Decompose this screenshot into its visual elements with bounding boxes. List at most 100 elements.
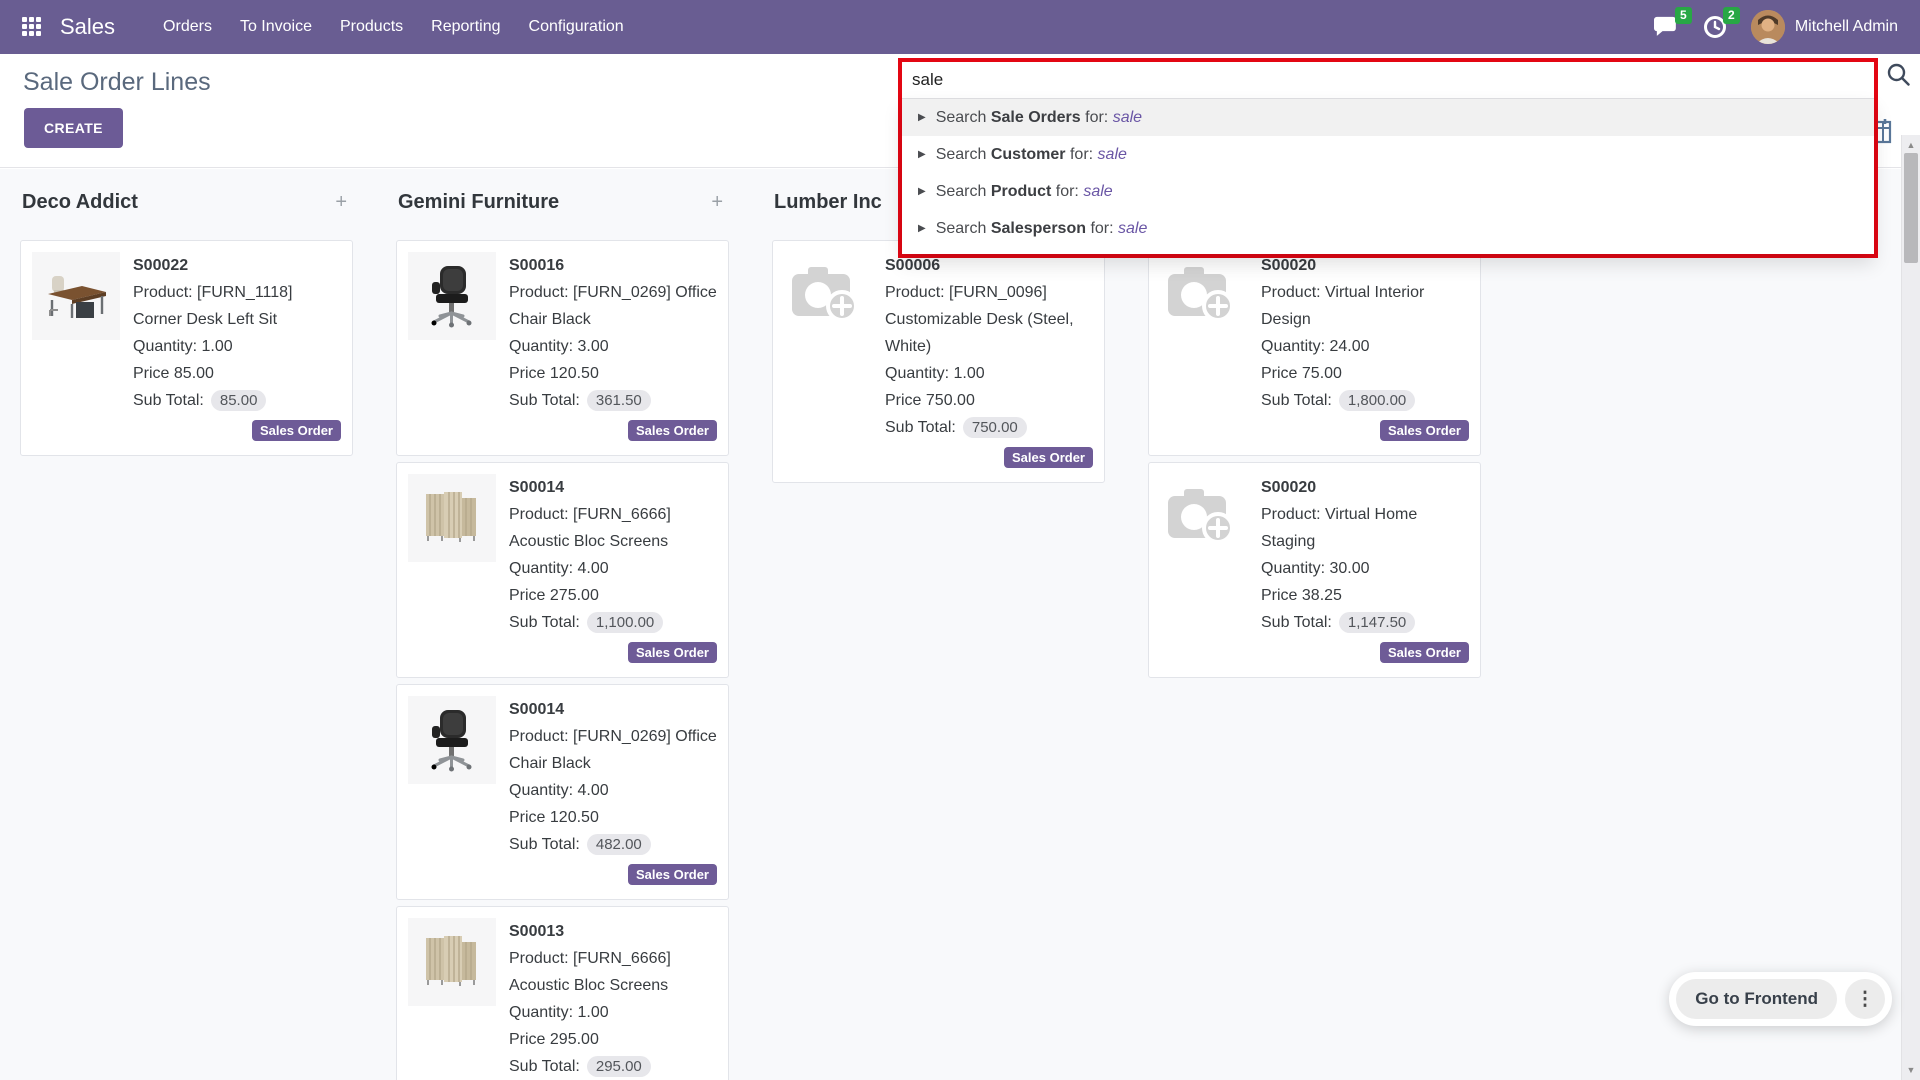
- column-cards: S00020 Product: Virtual Interior Design …: [1148, 240, 1481, 678]
- quantity-line: Quantity: 1.00: [509, 999, 717, 1026]
- search-icon[interactable]: [1886, 62, 1911, 87]
- quantity-line: Quantity: 1.00: [133, 333, 341, 360]
- order-reference: S00020: [1261, 474, 1469, 501]
- kanban-column: Deco Addict +: [20, 169, 353, 1080]
- product-line: Product: Virtual Interior Design: [1261, 279, 1469, 333]
- product-line: Product: Virtual Home Staging: [1261, 501, 1469, 555]
- apps-menu-icon[interactable]: [22, 17, 42, 37]
- subtotal-label: Sub Total:: [885, 414, 956, 441]
- create-button[interactable]: CREATE: [24, 108, 123, 148]
- order-reference: S00013: [509, 918, 717, 945]
- price-line: Price 85.00: [133, 360, 341, 387]
- column-cards: S00016 Product: [FURN_0269] Office Chair…: [396, 240, 729, 1080]
- messages-count-badge: 5: [1675, 7, 1692, 24]
- scroll-down-arrow-icon[interactable]: ▼: [1902, 1065, 1920, 1075]
- order-reference: S00016: [509, 252, 717, 279]
- scrollbar-thumb[interactable]: [1904, 153, 1918, 263]
- sales-order-badge: Sales Order: [1004, 447, 1093, 468]
- column-title: Gemini Furniture: [398, 191, 559, 214]
- app-brand[interactable]: Sales: [60, 14, 115, 40]
- order-reference: S00014: [509, 696, 717, 723]
- subtotal-pill: 361.50: [587, 390, 651, 411]
- column-title: Deco Addict: [22, 191, 138, 214]
- sales-order-badge: Sales Order: [252, 420, 341, 441]
- product-image: [408, 696, 496, 784]
- price-line: Price 120.50: [509, 804, 717, 831]
- quantity-line: Quantity: 24.00: [1261, 333, 1469, 360]
- price-line: Price 75.00: [1261, 360, 1469, 387]
- column-quick-create-icon[interactable]: +: [711, 192, 723, 212]
- product-image: [784, 252, 872, 340]
- subtotal-line: Sub Total: 361.50: [509, 387, 717, 414]
- subtotal-pill: 482.00: [587, 834, 651, 855]
- subtotal-label: Sub Total:: [133, 387, 204, 414]
- product-image: [408, 918, 496, 1006]
- product-line: Product: [FURN_0269] Office Chair Black: [509, 279, 717, 333]
- user-name: Mitchell Admin: [1795, 18, 1898, 36]
- order-line-card[interactable]: S00014 Product: [FURN_6666] Acoustic Blo…: [396, 462, 729, 678]
- subtotal-pill: 750.00: [963, 417, 1027, 438]
- search-input[interactable]: [912, 70, 1864, 90]
- column-quick-create-icon[interactable]: +: [335, 192, 347, 212]
- order-line-card[interactable]: S00016 Product: [FURN_0269] Office Chair…: [396, 240, 729, 456]
- nav-item-to-invoice[interactable]: To Invoice: [226, 0, 326, 54]
- scroll-up-arrow-icon[interactable]: ▲: [1902, 140, 1920, 150]
- nav-item-orders[interactable]: Orders: [149, 0, 226, 54]
- product-line: Product: [FURN_6666] Acoustic Bloc Scree…: [509, 945, 717, 999]
- user-menu[interactable]: Mitchell Admin: [1751, 10, 1898, 44]
- subtotal-line: Sub Total: 85.00: [133, 387, 341, 414]
- order-line-card[interactable]: S00006 Product: [FURN_0096] Customizable…: [772, 240, 1105, 483]
- quantity-line: Quantity: 4.00: [509, 555, 717, 582]
- search-suggestion[interactable]: ▶ Search Sale Orders for: sale: [902, 99, 1874, 136]
- product-image: [1160, 252, 1248, 340]
- search-suggestion[interactable]: ▶ Search Salesperson for: sale: [902, 210, 1874, 247]
- quantity-line: Quantity: 30.00: [1261, 555, 1469, 582]
- price-line: Price 750.00: [885, 387, 1093, 414]
- kanban-column: Lumber Inc +: [772, 169, 1105, 1080]
- product-image: [408, 252, 496, 340]
- nav-menu: OrdersTo InvoiceProductsReportingConfigu…: [149, 0, 638, 54]
- page-title: Sale Order Lines: [23, 68, 211, 97]
- caret-right-icon: ▶: [918, 186, 926, 197]
- column-cards: S00022 Product: [FURN_1118] Corner Desk …: [20, 240, 353, 456]
- column-header: Gemini Furniture +: [396, 169, 729, 213]
- order-line-card[interactable]: S00020 Product: Virtual Home Staging Qua…: [1148, 462, 1481, 678]
- go-to-frontend-button[interactable]: Go to Frontend: [1676, 979, 1837, 1019]
- subtotal-line: Sub Total: 1,100.00: [509, 609, 717, 636]
- subtotal-pill: 1,147.50: [1339, 612, 1415, 633]
- order-line-card[interactable]: S00022 Product: [FURN_1118] Corner Desk …: [20, 240, 353, 456]
- search-overlay: ▶ Search Sale Orders for: sale ▶ Search …: [898, 58, 1878, 258]
- subtotal-line: Sub Total: 1,147.50: [1261, 609, 1469, 636]
- subtotal-label: Sub Total:: [1261, 609, 1332, 636]
- product-line: Product: [FURN_1118] Corner Desk Left Si…: [133, 279, 341, 333]
- activities-button[interactable]: 2: [1703, 15, 1727, 39]
- product-line: Product: [FURN_6666] Acoustic Bloc Scree…: [509, 501, 717, 555]
- messages-button[interactable]: 5: [1653, 15, 1679, 39]
- product-image: [408, 474, 496, 562]
- nav-item-configuration[interactable]: Configuration: [515, 0, 638, 54]
- subtotal-line: Sub Total: 295.00: [509, 1053, 717, 1080]
- price-line: Price 38.25: [1261, 582, 1469, 609]
- price-line: Price 275.00: [509, 582, 717, 609]
- avatar: [1751, 10, 1785, 44]
- more-options-button[interactable]: ⋮: [1845, 979, 1885, 1019]
- search-suggestion[interactable]: ▶ Search Customer for: sale: [902, 136, 1874, 173]
- column-cards: S00006 Product: [FURN_0096] Customizable…: [772, 240, 1105, 483]
- top-nav-bar: Sales OrdersTo InvoiceProductsReportingC…: [0, 0, 1920, 54]
- subtotal-label: Sub Total:: [509, 831, 580, 858]
- nav-item-products[interactable]: Products: [326, 0, 417, 54]
- nav-item-reporting[interactable]: Reporting: [417, 0, 514, 54]
- order-line-card[interactable]: S00020 Product: Virtual Interior Design …: [1148, 240, 1481, 456]
- sales-order-badge: Sales Order: [1380, 642, 1469, 663]
- order-reference: S00022: [133, 252, 341, 279]
- subtotal-pill: 85.00: [211, 390, 267, 411]
- subtotal-label: Sub Total:: [509, 387, 580, 414]
- subtotal-label: Sub Total:: [1261, 387, 1332, 414]
- order-line-card[interactable]: S00013 Product: [FURN_6666] Acoustic Blo…: [396, 906, 729, 1080]
- vertical-scrollbar[interactable]: ▲ ▼: [1901, 135, 1920, 1080]
- sales-order-badge: Sales Order: [628, 642, 717, 663]
- quantity-line: Quantity: 1.00: [885, 360, 1093, 387]
- search-suggestion[interactable]: ▶ Search Product for: sale: [902, 173, 1874, 210]
- product-line: Product: [FURN_0096] Customizable Desk (…: [885, 279, 1093, 360]
- order-line-card[interactable]: S00014 Product: [FURN_0269] Office Chair…: [396, 684, 729, 900]
